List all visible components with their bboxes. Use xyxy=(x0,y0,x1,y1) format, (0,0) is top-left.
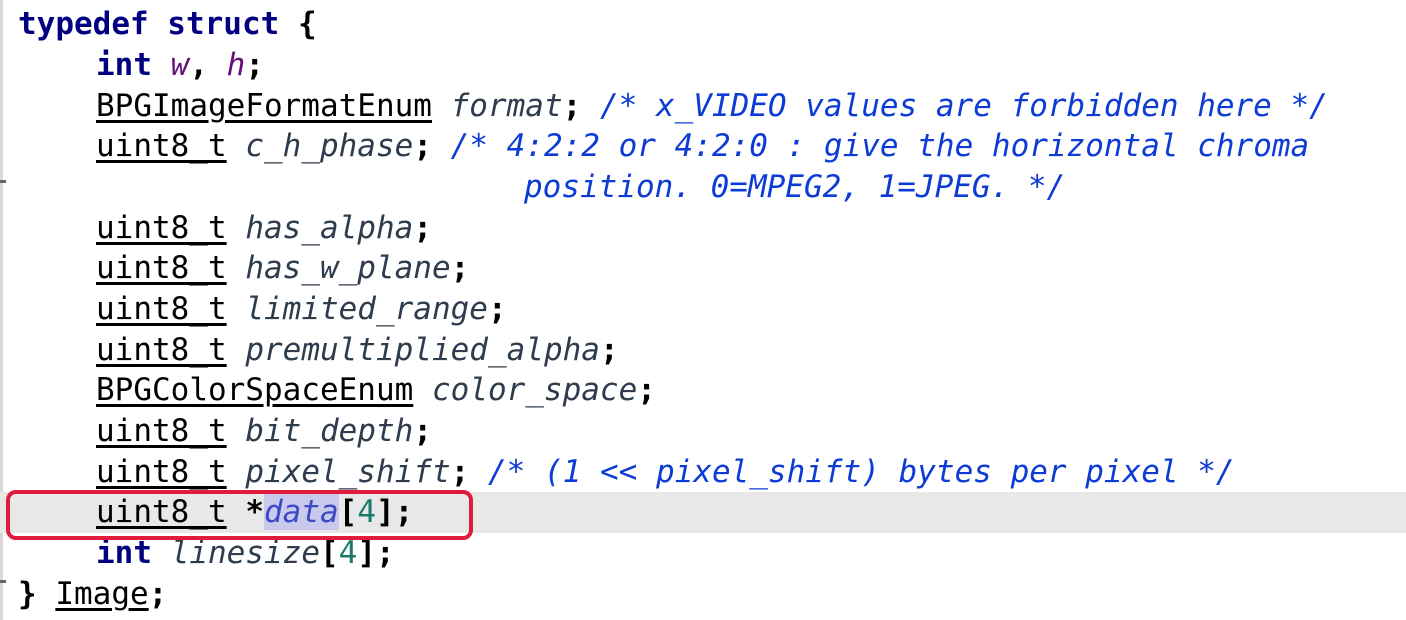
code-comment: /* (1 << pixel_shift) bytes per pixel */ xyxy=(487,454,1235,490)
semicolon: ; xyxy=(599,332,619,368)
field-name[interactable]: bit_depth xyxy=(245,413,413,449)
type-name[interactable]: Image xyxy=(55,576,148,612)
field-name[interactable]: pixel_shift xyxy=(245,454,450,490)
type-name[interactable]: uint8_t xyxy=(96,494,227,530)
code-line-11[interactable]: uint8_t bit_depth; xyxy=(0,411,1406,452)
type-name[interactable]: uint8_t xyxy=(96,332,227,368)
type-name[interactable]: BPGColorSpaceEnum xyxy=(96,372,413,408)
field-name[interactable]: linesize xyxy=(171,535,320,571)
semicolon: ; xyxy=(245,47,265,83)
keyword: int xyxy=(96,47,152,83)
type-name[interactable]: uint8_t xyxy=(96,413,227,449)
keyword: int xyxy=(96,535,152,571)
type-name[interactable]: BPGImageFormatEnum xyxy=(96,88,432,124)
type-name[interactable]: uint8_t xyxy=(96,250,227,286)
field-name[interactable]: c_h_phase xyxy=(245,128,413,164)
array-size: 4 xyxy=(357,494,376,530)
code-line-15[interactable]: } Image; xyxy=(0,574,1406,615)
code-line-13-current[interactable]: uint8_t *data[4]; xyxy=(0,492,1406,533)
code-line-12[interactable]: uint8_t pixel_shift; /* (1 << pixel_shif… xyxy=(0,452,1406,493)
array-size: 4 xyxy=(338,535,358,571)
semicolon: ; xyxy=(450,454,470,490)
field-name[interactable]: format xyxy=(451,88,563,124)
semicolon: ; xyxy=(413,413,432,449)
open-bracket: [ xyxy=(319,535,339,571)
code-line-8[interactable]: uint8_t limited_range; xyxy=(0,289,1406,330)
selected-field-name[interactable]: data xyxy=(264,494,339,530)
semicolon: ; xyxy=(637,372,656,408)
close-brace: } xyxy=(18,576,37,612)
type-name[interactable]: uint8_t xyxy=(96,454,227,490)
semicolon: ; xyxy=(487,291,507,327)
code-line-1[interactable]: typedef struct { xyxy=(0,4,1406,45)
separator: , xyxy=(189,47,227,83)
code-comment: /* 4:2:2 or 4:2:0 : give the horizontal … xyxy=(450,128,1310,164)
code-comment: position. 0=MPEG2, 1=JPEG. */ xyxy=(524,169,1066,205)
code-line-3[interactable]: BPGImageFormatEnum format; /* x_VIDEO va… xyxy=(0,86,1406,127)
field-name[interactable]: color_space xyxy=(432,372,637,408)
field-name[interactable]: premultiplied_alpha xyxy=(245,332,600,368)
code-line-9[interactable]: uint8_t premultiplied_alpha; xyxy=(0,330,1406,371)
keyword: typedef struct xyxy=(18,6,280,42)
semicolon: ; xyxy=(562,88,582,124)
code-comment: /* x_VIDEO values are forbidden here */ xyxy=(599,88,1328,124)
type-name[interactable]: uint8_t xyxy=(96,291,227,327)
type-name[interactable]: uint8_t xyxy=(96,210,227,246)
semicolon: ; xyxy=(413,210,432,246)
code-line-4[interactable]: uint8_t c_h_phase; /* 4:2:2 or 4:2:0 : g… xyxy=(0,126,1406,167)
type-name[interactable]: uint8_t xyxy=(96,128,227,164)
open-bracket: [ xyxy=(338,494,358,530)
field-name[interactable]: has_w_plane xyxy=(245,250,450,286)
field-name[interactable]: w xyxy=(171,47,190,83)
field-name[interactable]: h xyxy=(227,47,246,83)
close-bracket: ]; xyxy=(376,494,414,530)
code-line-7[interactable]: uint8_t has_w_plane; xyxy=(0,248,1406,289)
code-line-2[interactable]: int w, h; xyxy=(0,45,1406,86)
semicolon: ; xyxy=(450,250,470,286)
field-name[interactable]: has_alpha xyxy=(245,210,413,246)
open-brace: { xyxy=(279,6,317,42)
pointer-star: * xyxy=(245,494,264,530)
code-line-6[interactable]: uint8_t has_alpha; xyxy=(0,208,1406,249)
code-line-10[interactable]: BPGColorSpaceEnum color_space; xyxy=(0,370,1406,411)
code-line-5[interactable]: position. 0=MPEG2, 1=JPEG. */ xyxy=(0,167,1406,208)
close-bracket: ]; xyxy=(357,535,395,571)
semicolon: ; xyxy=(413,128,432,164)
semicolon: ; xyxy=(148,576,168,612)
code-line-14[interactable]: int linesize[4]; xyxy=(0,533,1406,574)
field-name[interactable]: limited_range xyxy=(245,291,488,327)
code-editor[interactable]: typedef struct { int w, h; BPGImageForma… xyxy=(0,0,1406,620)
